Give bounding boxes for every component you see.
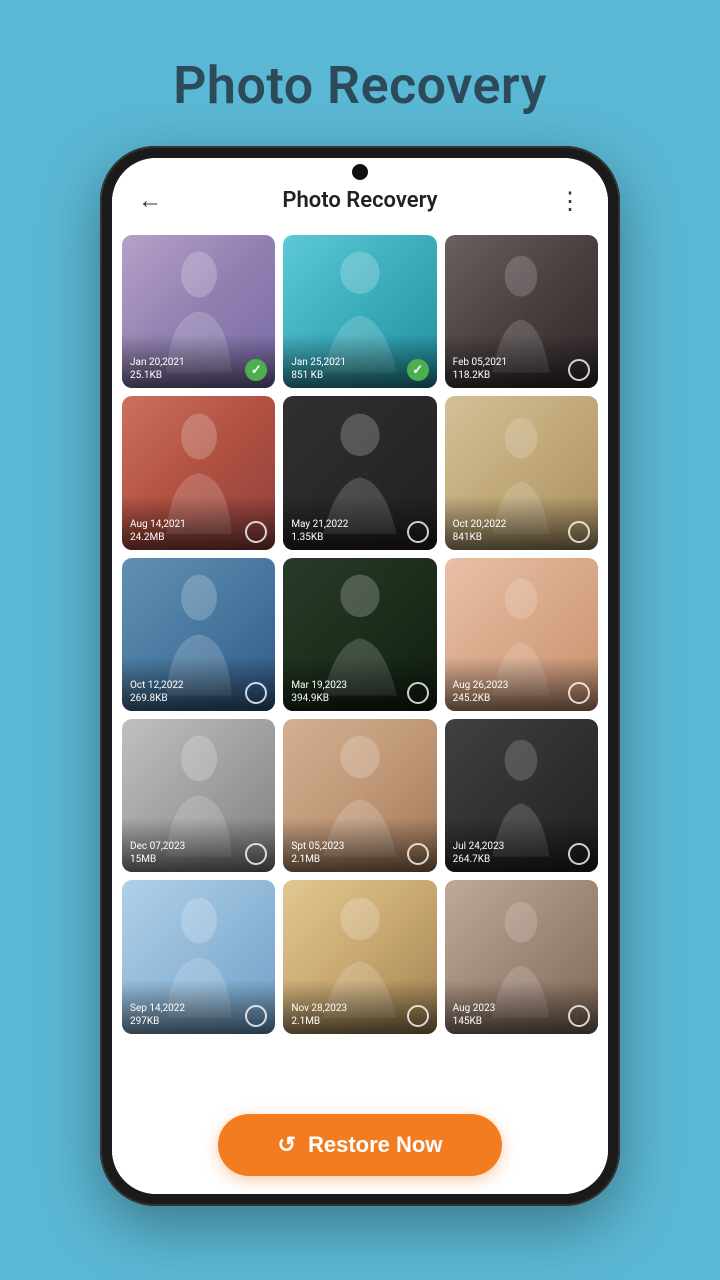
photo-select-checkbox[interactable] (407, 521, 429, 543)
photo-date: Aug 26,2023 (453, 679, 509, 693)
photo-date: Sep 14,2022 (130, 1002, 185, 1016)
menu-button[interactable]: ⋮ (552, 187, 588, 215)
screen-title: Photo Recovery (168, 188, 552, 213)
phone-shell: ← Photo Recovery ⋮ Jan 20,202125.1KBJan … (100, 146, 620, 1206)
photo-select-checkbox[interactable] (407, 682, 429, 704)
photo-size: 25.1KB (130, 370, 185, 381)
photo-select-checkbox[interactable] (245, 359, 267, 381)
photo-item[interactable]: Dec 07,202315MB (122, 719, 275, 872)
photo-date: Mar 19,2023 (291, 679, 347, 693)
photo-date: Jul 24,2023 (453, 840, 505, 854)
photo-item[interactable]: Jul 24,2023264.7KB (445, 719, 598, 872)
photo-item[interactable]: Oct 20,2022841KB (445, 396, 598, 549)
photo-date: Aug 14,2021 (130, 518, 186, 532)
photo-size: 264.7KB (453, 854, 505, 865)
photo-date: Jan 20,2021 (130, 356, 185, 370)
photo-size: 1.35KB (291, 532, 348, 543)
photo-item[interactable]: Spt 05,20232.1MB (283, 719, 436, 872)
grid-scroll-area: Jan 20,202125.1KBJan 25,2021851 KBFeb 05… (112, 227, 608, 1194)
photo-size: 245.2KB (453, 693, 509, 704)
photo-select-checkbox[interactable] (568, 843, 590, 865)
photo-size: 24.2MB (130, 532, 186, 543)
photo-select-checkbox[interactable] (407, 1005, 429, 1027)
photo-date: Feb 05,2021 (453, 356, 508, 370)
photo-item[interactable]: Feb 05,2021118.2KB (445, 235, 598, 388)
photo-size: 841KB (453, 532, 507, 543)
photo-grid: Jan 20,202125.1KBJan 25,2021851 KBFeb 05… (122, 235, 598, 1034)
photo-select-checkbox[interactable] (245, 521, 267, 543)
photo-select-checkbox[interactable] (245, 682, 267, 704)
photo-size: 15MB (130, 854, 185, 865)
photo-item[interactable]: Aug 26,2023245.2KB (445, 558, 598, 711)
phone-screen: ← Photo Recovery ⋮ Jan 20,202125.1KBJan … (112, 158, 608, 1194)
photo-size: 2.1MB (291, 854, 344, 865)
photo-select-checkbox[interactable] (568, 359, 590, 381)
restore-now-button[interactable]: ↺ Restore Now (218, 1114, 503, 1176)
photo-item[interactable]: Aug 2023145KB (445, 880, 598, 1033)
photo-select-checkbox[interactable] (245, 1005, 267, 1027)
photo-select-checkbox[interactable] (568, 682, 590, 704)
photo-size: 118.2KB (453, 370, 508, 381)
photo-size: 297KB (130, 1016, 185, 1027)
photo-date: May 21,2022 (291, 518, 348, 532)
photo-size: 394.9KB (291, 693, 347, 704)
page-title: Photo Recovery (173, 55, 547, 116)
photo-select-checkbox[interactable] (245, 843, 267, 865)
photo-date: Dec 07,2023 (130, 840, 185, 854)
photo-size: 851 KB (291, 370, 346, 381)
photo-select-checkbox[interactable] (407, 359, 429, 381)
photo-select-checkbox[interactable] (407, 843, 429, 865)
photo-item[interactable]: Sep 14,2022297KB (122, 880, 275, 1033)
photo-item[interactable]: Nov 28,20232.1MB (283, 880, 436, 1033)
restore-bar: ↺ Restore Now (112, 1084, 608, 1194)
photo-item[interactable]: Jan 20,202125.1KB (122, 235, 275, 388)
photo-size: 269.8KB (130, 693, 184, 704)
photo-date: Aug 2023 (453, 1002, 496, 1016)
photo-size: 145KB (453, 1016, 496, 1027)
photo-select-checkbox[interactable] (568, 1005, 590, 1027)
camera-notch (352, 164, 368, 180)
photo-date: Oct 20,2022 (453, 518, 507, 532)
restore-icon: ↺ (278, 1132, 296, 1158)
photo-date: Nov 28,2023 (291, 1002, 347, 1016)
restore-label: Restore Now (308, 1132, 442, 1158)
photo-item[interactable]: Mar 19,2023394.9KB (283, 558, 436, 711)
photo-date: Jan 25,2021 (291, 356, 346, 370)
photo-select-checkbox[interactable] (568, 521, 590, 543)
photo-size: 2.1MB (291, 1016, 347, 1027)
photo-item[interactable]: May 21,20221.35KB (283, 396, 436, 549)
photo-item[interactable]: Jan 25,2021851 KB (283, 235, 436, 388)
back-button[interactable]: ← (132, 186, 168, 215)
photo-date: Spt 05,2023 (291, 840, 344, 854)
photo-date: Oct 12,2022 (130, 679, 184, 693)
photo-item[interactable]: Aug 14,202124.2MB (122, 396, 275, 549)
photo-item[interactable]: Oct 12,2022269.8KB (122, 558, 275, 711)
